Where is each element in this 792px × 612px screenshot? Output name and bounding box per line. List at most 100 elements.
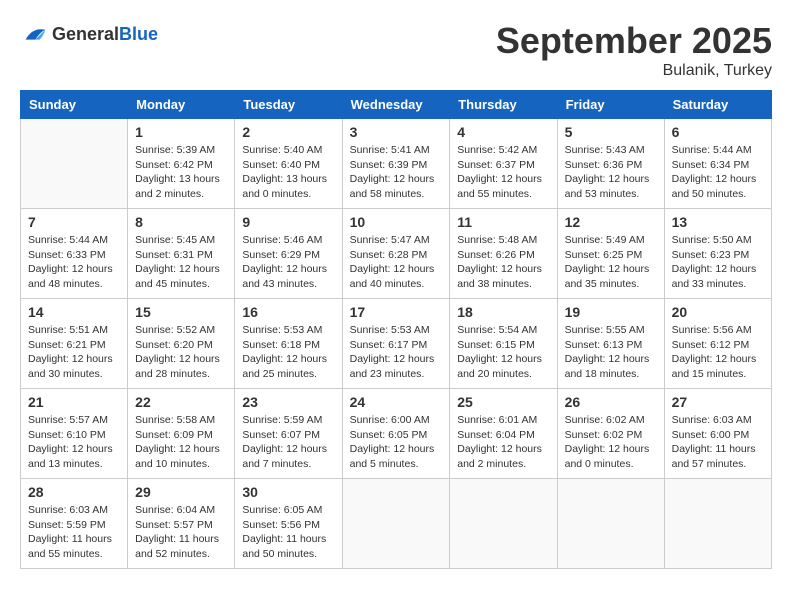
- table-row: 25 Sunrise: 6:01 AMSunset: 6:04 PMDayligh…: [450, 389, 557, 479]
- day-number: 16: [242, 304, 334, 320]
- day-info: Sunrise: 5:56 AMSunset: 6:12 PMDaylight:…: [672, 323, 764, 382]
- day-info: Sunrise: 5:41 AMSunset: 6:39 PMDaylight:…: [350, 143, 443, 202]
- table-row: 6Sunrise: 5:44 AMSunset: 6:34 PMDaylight…: [664, 119, 771, 209]
- day-info: Sunrise: 5:53 AMSunset: 6:17 PMDaylight:…: [350, 323, 443, 382]
- table-row: 14 Sunrise: 5:51 AMSunset: 6:21 PMDayligh…: [21, 299, 128, 389]
- table-row: 28Sunrise: 6:03 AMSunset: 5:59 PMDayligh…: [21, 479, 128, 569]
- day-info: Sunrise: 5:45 AMSunset: 6:31 PMDaylight:…: [135, 233, 227, 292]
- day-number: 23: [242, 394, 334, 410]
- day-number: 13: [672, 214, 764, 230]
- day-info: Sunrise: 6:01 AMSunset: 6:04 PMDaylight:…: [457, 413, 549, 472]
- col-friday: Friday: [557, 91, 664, 119]
- col-tuesday: Tuesday: [235, 91, 342, 119]
- day-number: 12: [565, 214, 657, 230]
- day-number: 20: [672, 304, 764, 320]
- day-info: Sunrise: 5:44 AMSunset: 6:33 PMDaylight:…: [28, 233, 120, 292]
- logo-blue: Blue: [119, 24, 158, 44]
- day-number: 15: [135, 304, 227, 320]
- day-number: 17: [350, 304, 443, 320]
- day-info: Sunrise: 5:54 AMSunset: 6:15 PMDaylight:…: [457, 323, 549, 382]
- table-row: 5 Sunrise: 5:43 AMSunset: 6:36 PMDaylight…: [557, 119, 664, 209]
- location: Bulanik, Turkey: [496, 62, 772, 80]
- logo-general: General: [52, 24, 119, 44]
- table-row: 24 Sunrise: 6:00 AMSunset: 6:05 PMDayligh…: [342, 389, 450, 479]
- day-info: Sunrise: 5:43 AMSunset: 6:36 PMDaylight:…: [565, 143, 657, 202]
- day-info: Sunrise: 5:46 AMSunset: 6:29 PMDaylight:…: [242, 233, 334, 292]
- day-number: 5: [565, 124, 657, 140]
- col-wednesday: Wednesday: [342, 91, 450, 119]
- col-monday: Monday: [128, 91, 235, 119]
- calendar-header-row: Sunday Monday Tuesday Wednesday Thursday…: [21, 91, 772, 119]
- table-row: 21 Sunrise: 5:57 AMSunset: 6:10 PMDayligh…: [21, 389, 128, 479]
- page-header: GeneralBlue September 2025 Bulanik, Turk…: [20, 20, 772, 80]
- logo: GeneralBlue: [20, 20, 158, 48]
- day-number: 24: [350, 394, 443, 410]
- day-number: 11: [457, 214, 549, 230]
- table-row: 17 Sunrise: 5:53 AMSunset: 6:17 PMDayligh…: [342, 299, 450, 389]
- table-row: 18 Sunrise: 5:54 AMSunset: 6:15 PMDayligh…: [450, 299, 557, 389]
- day-info: Sunrise: 5:39 AMSunset: 6:42 PMDaylight:…: [135, 143, 227, 202]
- col-saturday: Saturday: [664, 91, 771, 119]
- col-thursday: Thursday: [450, 91, 557, 119]
- day-number: 22: [135, 394, 227, 410]
- table-row: 9Sunrise: 5:46 AMSunset: 6:29 PMDaylight…: [235, 209, 342, 299]
- day-number: 19: [565, 304, 657, 320]
- table-row: [450, 479, 557, 569]
- table-row: [664, 479, 771, 569]
- table-row: 10Sunrise: 5:47 AMSunset: 6:28 PMDayligh…: [342, 209, 450, 299]
- day-info: Sunrise: 6:05 AMSunset: 5:56 PMDaylight:…: [242, 503, 334, 562]
- calendar-table: Sunday Monday Tuesday Wednesday Thursday…: [20, 90, 772, 569]
- month-title: September 2025: [496, 20, 772, 62]
- table-row: 23 Sunrise: 5:59 AMSunset: 6:07 PMDayligh…: [235, 389, 342, 479]
- table-row: 11 Sunrise: 5:48 AMSunset: 6:26 PMDayligh…: [450, 209, 557, 299]
- day-info: Sunrise: 5:53 AMSunset: 6:18 PMDaylight:…: [242, 323, 334, 382]
- day-number: 6: [672, 124, 764, 140]
- day-number: 14: [28, 304, 120, 320]
- day-number: 3: [350, 124, 443, 140]
- day-number: 26: [565, 394, 657, 410]
- table-row: 30Sunrise: 6:05 AMSunset: 5:56 PMDayligh…: [235, 479, 342, 569]
- table-row: 27Sunrise: 6:03 AMSunset: 6:00 PMDayligh…: [664, 389, 771, 479]
- day-info: Sunrise: 5:42 AMSunset: 6:37 PMDaylight:…: [457, 143, 549, 202]
- table-row: [342, 479, 450, 569]
- day-number: 7: [28, 214, 120, 230]
- table-row: 13 Sunrise: 5:50 AMSunset: 6:23 PMDayligh…: [664, 209, 771, 299]
- day-number: 4: [457, 124, 549, 140]
- day-number: 27: [672, 394, 764, 410]
- day-info: Sunrise: 6:04 AMSunset: 5:57 PMDaylight:…: [135, 503, 227, 562]
- table-row: 19 Sunrise: 5:55 AMSunset: 6:13 PMDayligh…: [557, 299, 664, 389]
- day-number: 18: [457, 304, 549, 320]
- table-row: 20 Sunrise: 5:56 AMSunset: 6:12 PMDayligh…: [664, 299, 771, 389]
- week-row-1: 1 Sunrise: 5:39 AMSunset: 6:42 PMDaylight…: [21, 119, 772, 209]
- day-info: Sunrise: 5:49 AMSunset: 6:25 PMDaylight:…: [565, 233, 657, 292]
- col-sunday: Sunday: [21, 91, 128, 119]
- title-section: September 2025 Bulanik, Turkey: [496, 20, 772, 80]
- day-number: 21: [28, 394, 120, 410]
- day-number: 1: [135, 124, 227, 140]
- day-info: Sunrise: 5:58 AMSunset: 6:09 PMDaylight:…: [135, 413, 227, 472]
- day-info: Sunrise: 6:02 AMSunset: 6:02 PMDaylight:…: [565, 413, 657, 472]
- table-row: 12 Sunrise: 5:49 AMSunset: 6:25 PMDayligh…: [557, 209, 664, 299]
- day-info: Sunrise: 5:50 AMSunset: 6:23 PMDaylight:…: [672, 233, 764, 292]
- logo-icon: [20, 20, 48, 48]
- day-number: 29: [135, 484, 227, 500]
- table-row: 8 Sunrise: 5:45 AMSunset: 6:31 PMDaylight…: [128, 209, 235, 299]
- table-row: [21, 119, 128, 209]
- day-info: Sunrise: 5:57 AMSunset: 6:10 PMDaylight:…: [28, 413, 120, 472]
- day-number: 8: [135, 214, 227, 230]
- day-info: Sunrise: 5:48 AMSunset: 6:26 PMDaylight:…: [457, 233, 549, 292]
- day-info: Sunrise: 5:59 AMSunset: 6:07 PMDaylight:…: [242, 413, 334, 472]
- day-number: 2: [242, 124, 334, 140]
- week-row-3: 14 Sunrise: 5:51 AMSunset: 6:21 PMDayligh…: [21, 299, 772, 389]
- day-info: Sunrise: 5:52 AMSunset: 6:20 PMDaylight:…: [135, 323, 227, 382]
- table-row: 1 Sunrise: 5:39 AMSunset: 6:42 PMDaylight…: [128, 119, 235, 209]
- day-info: Sunrise: 5:55 AMSunset: 6:13 PMDaylight:…: [565, 323, 657, 382]
- day-info: Sunrise: 5:51 AMSunset: 6:21 PMDaylight:…: [28, 323, 120, 382]
- day-number: 25: [457, 394, 549, 410]
- week-row-5: 28Sunrise: 6:03 AMSunset: 5:59 PMDayligh…: [21, 479, 772, 569]
- day-info: Sunrise: 6:00 AMSunset: 6:05 PMDaylight:…: [350, 413, 443, 472]
- table-row: 22 Sunrise: 5:58 AMSunset: 6:09 PMDayligh…: [128, 389, 235, 479]
- day-number: 10: [350, 214, 443, 230]
- day-info: Sunrise: 6:03 AMSunset: 5:59 PMDaylight:…: [28, 503, 120, 562]
- table-row: 26 Sunrise: 6:02 AMSunset: 6:02 PMDayligh…: [557, 389, 664, 479]
